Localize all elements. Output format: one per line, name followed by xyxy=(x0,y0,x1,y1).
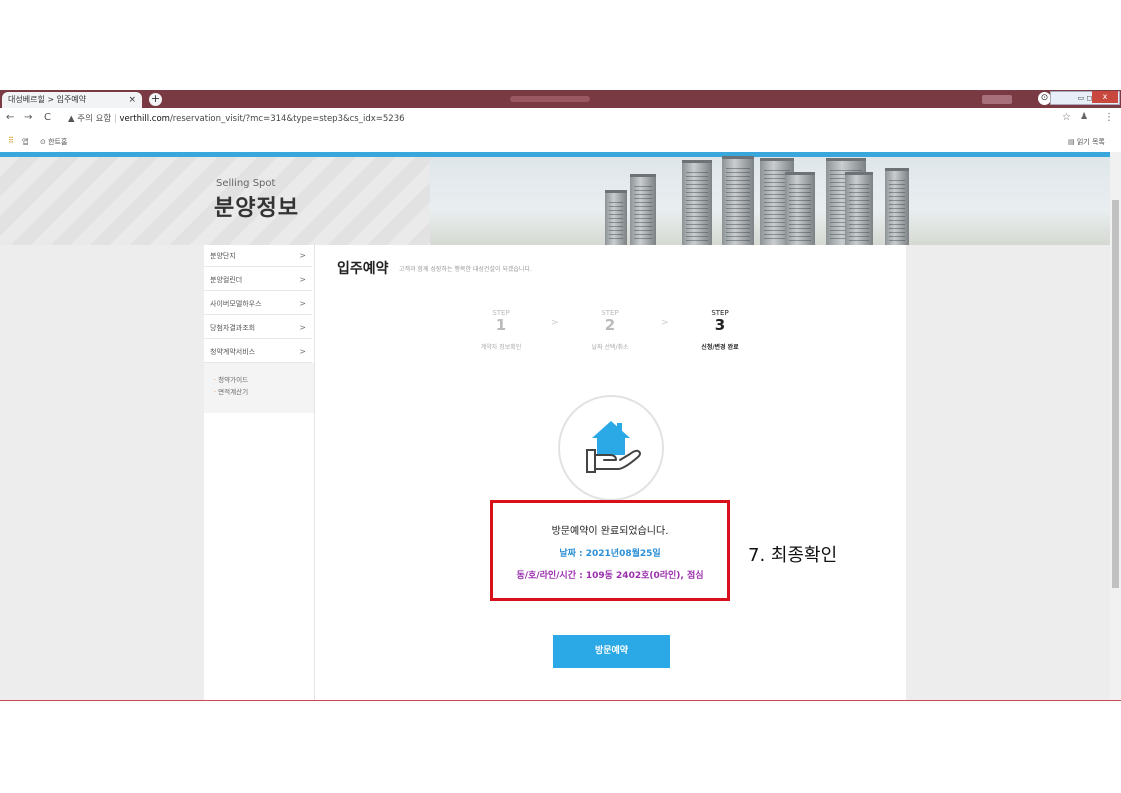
account-icon[interactable]: ♟ xyxy=(1080,112,1088,122)
sidebar-item-label: 분양단지 xyxy=(210,252,236,260)
step-arrow-icon: > xyxy=(551,318,559,328)
house-in-hand-icon xyxy=(586,421,641,473)
bookmark-home[interactable]: ⊙ 한트홈 xyxy=(40,137,67,147)
sidebar-item-label: 청약계약서비스 xyxy=(210,348,256,356)
apartment-banner-image xyxy=(430,156,1110,245)
sidebar-item-label: 사이버모델하우스 xyxy=(210,300,262,308)
bookmarks-bar xyxy=(0,132,1121,153)
annotation-label: 7. 최종확인 xyxy=(748,545,838,566)
sidebar-item-winner-results[interactable]: 당첨자결과조회 > xyxy=(204,317,312,339)
step-number: 2 xyxy=(604,316,616,334)
menu-icon[interactable]: ⋮ xyxy=(1104,112,1114,123)
chevron-right-icon: > xyxy=(299,299,306,308)
window-close-button[interactable]: x xyxy=(1092,91,1118,103)
window-bottom-border xyxy=(0,700,1121,701)
step-caption: 신청/변경 완료 xyxy=(701,344,739,351)
chevron-right-icon: > xyxy=(299,323,306,332)
banner-subtitle: Selling Spot xyxy=(216,178,276,189)
url-domain: verthill.com xyxy=(119,114,170,124)
left-gutter xyxy=(0,245,204,701)
forward-icon[interactable]: → xyxy=(24,112,32,123)
step-number: 3 xyxy=(714,316,726,334)
reservation-date: 날짜 : 2021년08월25일 xyxy=(559,549,661,559)
right-gutter xyxy=(906,245,1110,701)
browser-tab[interactable]: 대성베르힐 > 입주예약 × xyxy=(2,92,142,108)
new-tab-button[interactable]: + xyxy=(149,93,162,106)
step-number: 1 xyxy=(495,316,507,334)
step-2: STEP 2 날짜 선택/취소 xyxy=(570,309,650,351)
submenu-item-guide[interactable]: · 청약가이드 xyxy=(214,374,248,384)
tab-close-icon[interactable]: × xyxy=(128,92,136,108)
step-3: STEP 3 신청/변경 완료 xyxy=(680,309,760,351)
url-path: /reservation_visit/?mc=314&type=step3&cs… xyxy=(169,114,405,124)
reading-list-button[interactable]: ▤ 읽기 목록 xyxy=(1068,137,1105,147)
section-title: 입주예약 xyxy=(337,261,389,277)
sidebar-item-calendar[interactable]: 분양컬린더 > xyxy=(204,269,312,291)
chevron-right-icon: > xyxy=(299,275,306,284)
reservation-unit-time: 동/호/라인/시간 : 109동 2402호(0라인), 점심 xyxy=(516,571,704,581)
scrollbar-thumb[interactable] xyxy=(1112,200,1119,588)
sidebar: 분양단지 > 분양컬린더 > 사이버모델하우스 > 당첨자결과조회 > 청약계약… xyxy=(204,245,315,701)
window-title-redacted xyxy=(510,96,590,102)
tab-title: 대성베르힐 > 입주예약 xyxy=(8,95,87,104)
completion-message: 방문예약이 완료되었습니다. xyxy=(551,526,669,537)
section-description: 고객과 함께 성장하는 행복한 대성건설이 되겠습니다. xyxy=(399,266,532,273)
star-icon[interactable]: ☆ xyxy=(1062,112,1071,123)
chevron-right-icon: > xyxy=(299,251,306,260)
submenu-item-area-calculator[interactable]: · 면적계산기 xyxy=(214,386,248,396)
sidebar-item-label: 분양컬린더 xyxy=(210,276,243,284)
account-redacted xyxy=(982,95,1012,104)
step-1: STEP 1 계약자 정보확인 xyxy=(461,309,541,351)
sidebar-item-contract-service[interactable]: 청약계약서비스 > xyxy=(204,341,312,363)
sidebar-item-complex[interactable]: 분양단지 > xyxy=(204,245,312,267)
step-caption: 계약자 정보확인 xyxy=(480,344,522,351)
sidebar-item-cyber-model-house[interactable]: 사이버모델하우스 > xyxy=(204,293,312,315)
security-warning[interactable]: ▲ 주의 요함 xyxy=(68,114,111,124)
reload-icon[interactable]: C xyxy=(44,112,51,123)
page-title: 분양정보 xyxy=(214,196,299,221)
step-caption: 날짜 선택/취소 xyxy=(591,344,629,351)
visit-reservation-button[interactable]: 방문예약 xyxy=(553,635,670,668)
back-icon[interactable]: ← xyxy=(6,112,14,123)
step-arrow-icon: > xyxy=(661,318,669,328)
sidebar-submenu: · 청약가이드 · 면적계산기 xyxy=(204,363,314,413)
sidebar-item-label: 당첨자결과조회 xyxy=(210,324,256,332)
chevron-right-icon: > xyxy=(299,347,306,356)
apps-icon[interactable]: ⠿ xyxy=(8,136,14,145)
bookmark-apps[interactable]: 앱 xyxy=(22,137,28,147)
completion-icon-circle xyxy=(558,395,664,501)
url-field[interactable]: ▲ 주의 요함 | verthill.com/reservation_visit… xyxy=(68,112,405,124)
reading-list-label: 읽기 목록 xyxy=(1076,138,1105,146)
